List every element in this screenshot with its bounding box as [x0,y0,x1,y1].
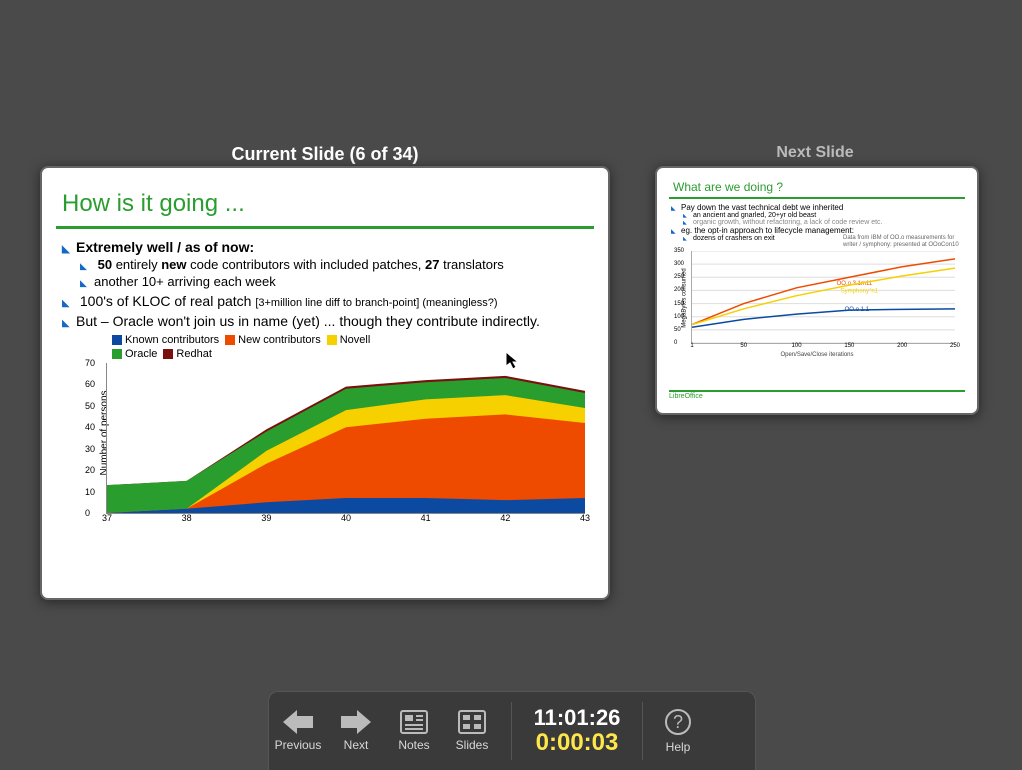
notes-button[interactable]: Notes [385,696,443,766]
next-slide-title: What are we doing ? [663,174,971,197]
bullet-1: Extremely well / as of now: [62,239,588,255]
bullet-2a: 50 entirely new code contributors with i… [80,257,588,272]
slide-title: How is it going ... [48,174,602,226]
chart-legend: Known contributorsNew contributorsNovell… [106,333,574,361]
current-slide-label: Current Slide (6 of 34) [40,144,610,165]
next-slide-body: Pay down the vast technical debt we inhe… [663,203,971,358]
slide-body: Extremely well / as of now: 50 entirely … [48,239,602,533]
arrow-left-icon [283,710,313,734]
previous-button[interactable]: Previous [269,696,327,766]
slide-title-rule [56,226,594,229]
help-icon: ? [664,708,692,736]
bullet-3: 100's of KLOC of real patch [3+million l… [62,293,588,309]
current-slide[interactable]: How is it going ... Extremely well / as … [40,166,610,600]
svg-text:?: ? [673,712,683,732]
notes-icon [400,710,428,734]
svg-text:Symphony*n1: Symphony*n1 [841,289,879,295]
stacked-area-chart: Number of persons Known contributorsNew … [106,333,574,533]
elapsed-time: 0:00:03 [512,730,642,756]
next-slide-rule [669,197,965,199]
chart-plot-area: 01020304050607037383940414243 [106,363,585,514]
next-button[interactable]: Next [327,696,385,766]
next-slide-label: Next Slide [655,144,975,162]
clock-time: 11:01:26 [512,706,642,730]
time-panel: 11:01:26 0:00:03 [511,702,643,760]
help-button[interactable]: ? Help [649,696,707,766]
next-slide-footer: LibreOffice [669,390,965,403]
next-slide-chart: OO.o 3.1m11Symphony*n1OO.o 1.1 050100150… [691,251,955,344]
next-slide[interactable]: What are we doing ? Pay down the vast te… [655,166,979,415]
slides-button[interactable]: Slides [443,696,501,766]
bullet-4: But – Oracle won't join us in name (yet)… [62,313,588,329]
presenter-toolbar: Previous Next Notes Slides 11:01:26 0:00… [268,691,756,770]
arrow-right-icon [341,710,371,734]
svg-text:OO.o 1.1: OO.o 1.1 [845,307,870,313]
bullet-2b: another 10+ arriving each week [80,274,588,289]
grid-icon [458,710,486,734]
